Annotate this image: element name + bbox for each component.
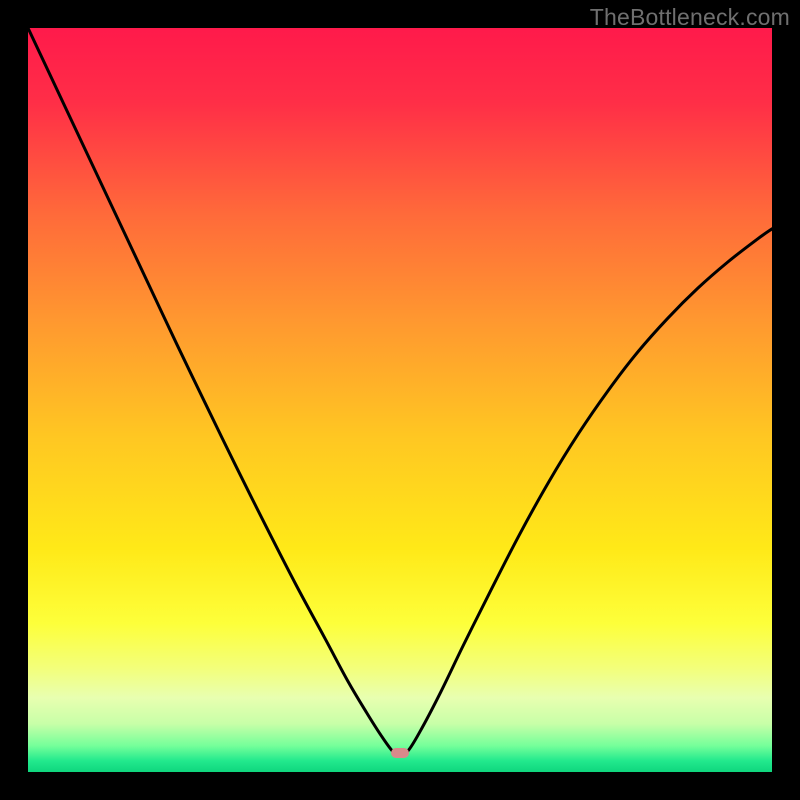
chart-frame: TheBottleneck.com xyxy=(0,0,800,800)
bottleneck-curve xyxy=(28,28,772,772)
watermark-text: TheBottleneck.com xyxy=(590,4,790,31)
plot-area xyxy=(28,28,772,772)
optimum-marker xyxy=(391,748,409,758)
